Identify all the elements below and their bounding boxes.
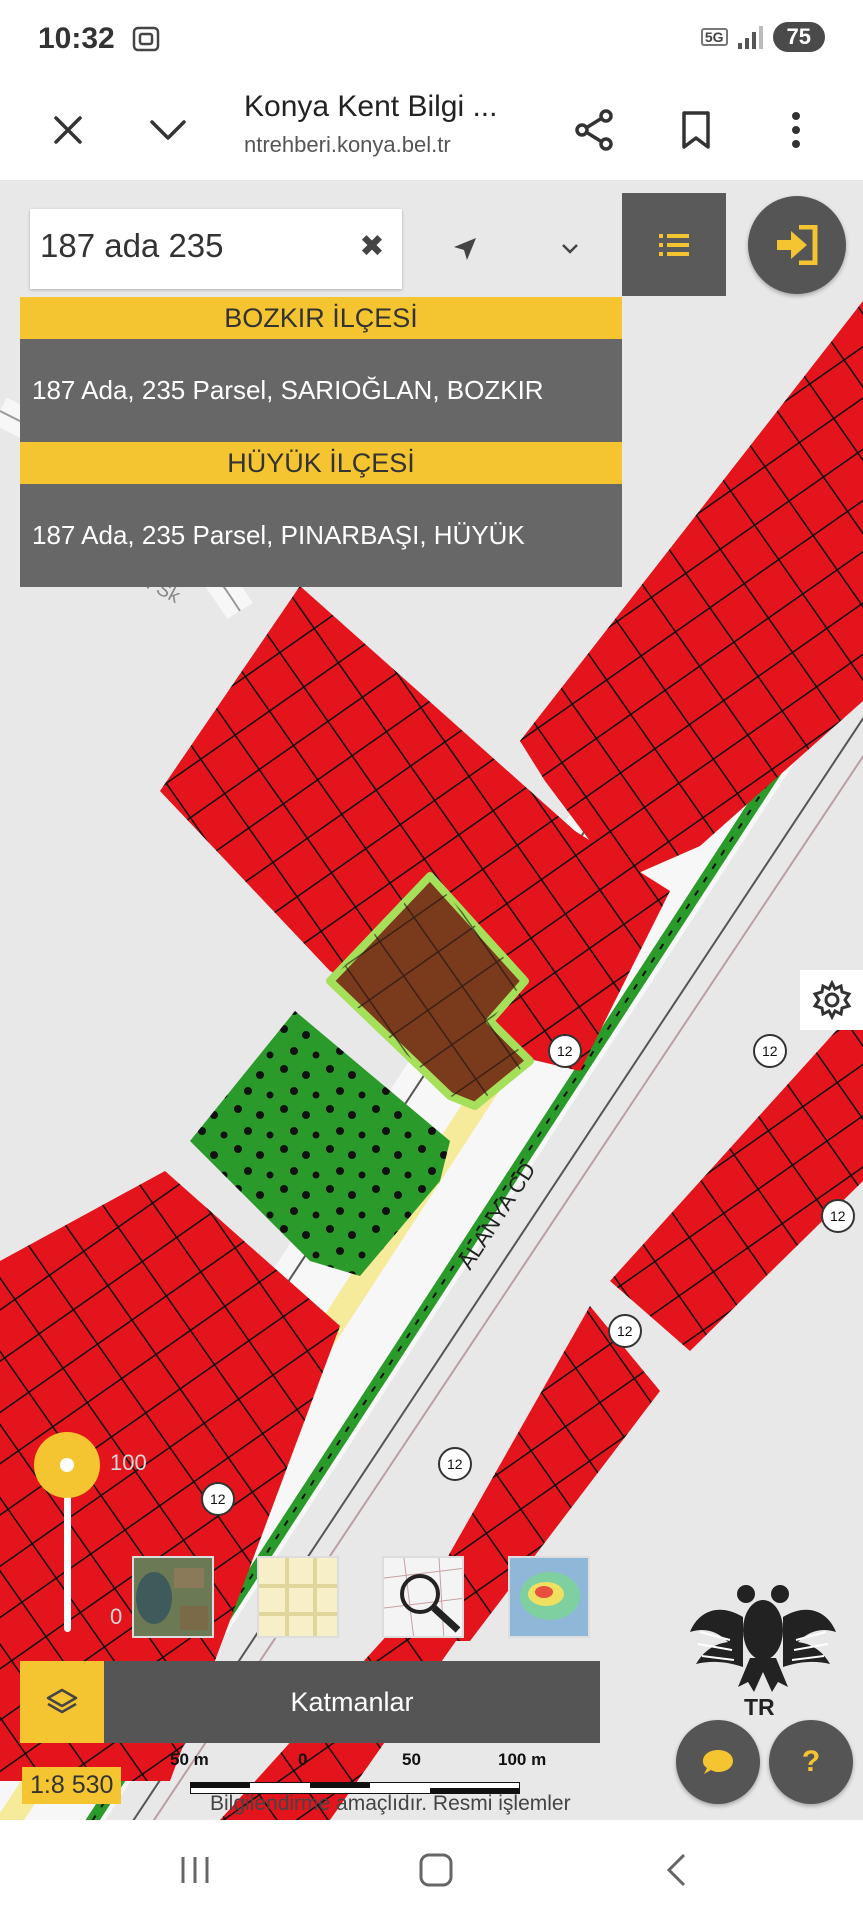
opacity-min-label: 0	[110, 1604, 123, 1629]
result-district-header: BOZKIR İLÇESİ	[20, 297, 622, 339]
back-icon[interactable]	[636, 1845, 716, 1895]
layers-panel[interactable]: Katmanlar	[20, 1661, 600, 1743]
page-url[interactable]: ntrehberi.konya.bel.tr	[244, 132, 494, 158]
scale-zero-label: 0	[298, 1750, 308, 1769]
result-item[interactable]: 187 Ada, 235 Parsel, SARIOĞLAN, BOZKIR	[20, 339, 622, 442]
search-value[interactable]: 187 ada 235	[40, 227, 224, 265]
list-icon[interactable]	[622, 193, 726, 296]
battery-indicator: 75	[772, 22, 825, 52]
login-icon[interactable]	[748, 196, 846, 294]
road-marker-6: 12	[210, 1491, 226, 1507]
layers-icon[interactable]	[20, 1661, 104, 1743]
street-label-alanya: ALANYA CD	[453, 1158, 540, 1274]
screenshot-icon	[132, 26, 160, 52]
result-item[interactable]: 187 Ada, 235 Parsel, PINARBAŞI, HÜYÜK	[20, 484, 622, 587]
chat-icon[interactable]	[676, 1720, 760, 1804]
browser-toolbar: Konya Kent Bilgi ... ntrehberi.konya.bel…	[0, 80, 863, 181]
opacity-handle[interactable]	[34, 1432, 100, 1498]
disclaimer-text: Bilgilendirme amaçlıdır. Resmi işlemler	[210, 1792, 571, 1815]
network-5g-icon: 5G	[700, 28, 728, 46]
gear-icon[interactable]	[800, 970, 863, 1030]
search-input[interactable]: 187 ada 235	[30, 209, 402, 289]
road-marker-3: 12	[830, 1208, 846, 1224]
home-icon[interactable]	[396, 1845, 476, 1895]
basemap-satellite[interactable]	[132, 1556, 214, 1638]
navigation-arrow-icon[interactable]	[430, 214, 500, 284]
help-icon[interactable]: ?	[769, 1720, 853, 1804]
page-title: Konya Kent Bilgi ...	[244, 90, 498, 123]
scale-ratio: 1:8 530	[22, 1767, 122, 1804]
basemap-search-map[interactable]	[382, 1556, 464, 1638]
opacity-slider[interactable]	[34, 1432, 104, 1642]
opacity-max-label: 100	[110, 1450, 147, 1475]
road-marker-2: 12	[762, 1043, 778, 1059]
chevron-down-icon[interactable]	[138, 100, 198, 160]
road-marker-1: 12	[557, 1043, 573, 1059]
chevron-down-icon[interactable]	[530, 214, 610, 284]
status-bar: 10:32 5G 75	[0, 0, 863, 80]
bookmark-icon[interactable]	[666, 100, 726, 160]
system-nav-bar	[0, 1820, 863, 1920]
road-marker-4: 12	[617, 1323, 633, 1339]
status-indicators: 5G 75	[700, 22, 825, 52]
layers-label[interactable]: Katmanlar	[104, 1661, 600, 1743]
basemap-heatmap[interactable]	[508, 1556, 590, 1638]
emblem-text: TR	[744, 1694, 775, 1720]
share-icon[interactable]	[565, 100, 625, 160]
recent-apps-icon[interactable]	[155, 1845, 235, 1895]
clear-search-icon[interactable]: ✖	[352, 222, 392, 272]
signal-icon	[737, 25, 763, 49]
result-district-header: HÜYÜK İLÇESİ	[20, 442, 622, 484]
road-marker-5: 12	[447, 1456, 463, 1472]
search-results: BOZKIR İLÇESİ 187 Ada, 235 Parsel, SARIO…	[20, 297, 622, 587]
basemap-street[interactable]	[257, 1556, 339, 1638]
scale-left-label: 50 m	[170, 1750, 209, 1769]
scale-right-label: 100 m	[498, 1750, 547, 1769]
close-icon[interactable]	[38, 100, 98, 160]
scale-mid-label: 50	[402, 1750, 421, 1769]
status-time: 10:32	[38, 22, 115, 55]
more-vert-icon[interactable]	[766, 100, 826, 160]
